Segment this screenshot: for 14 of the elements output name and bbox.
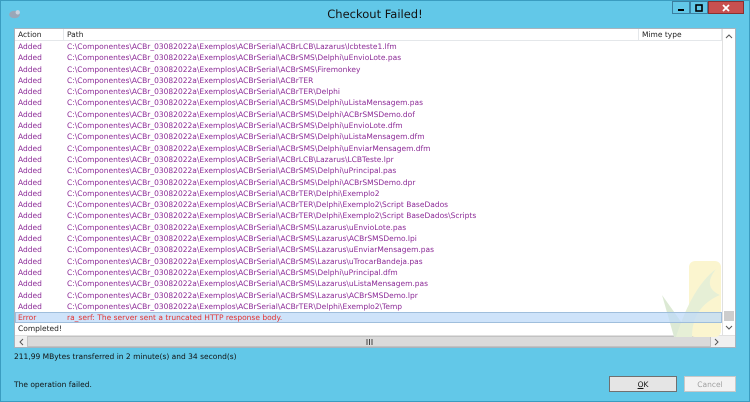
scroll-up-icon[interactable]	[725, 33, 733, 39]
close-icon	[721, 4, 731, 12]
scrollbar-thumb[interactable]	[724, 311, 734, 321]
scroll-left-icon[interactable]	[18, 338, 24, 346]
grip-icon	[366, 338, 372, 344]
window-title: Checkout Failed!	[327, 7, 423, 21]
close-button[interactable]	[708, 1, 744, 14]
minimize-button[interactable]	[672, 1, 690, 14]
scroll-right-icon[interactable]	[714, 338, 720, 346]
scroll-down-icon[interactable]	[725, 325, 733, 331]
maximize-button[interactable]	[690, 1, 708, 14]
scrollbar-thumb[interactable]	[27, 336, 711, 347]
app-icon	[8, 9, 21, 20]
maximize-icon	[694, 4, 704, 12]
